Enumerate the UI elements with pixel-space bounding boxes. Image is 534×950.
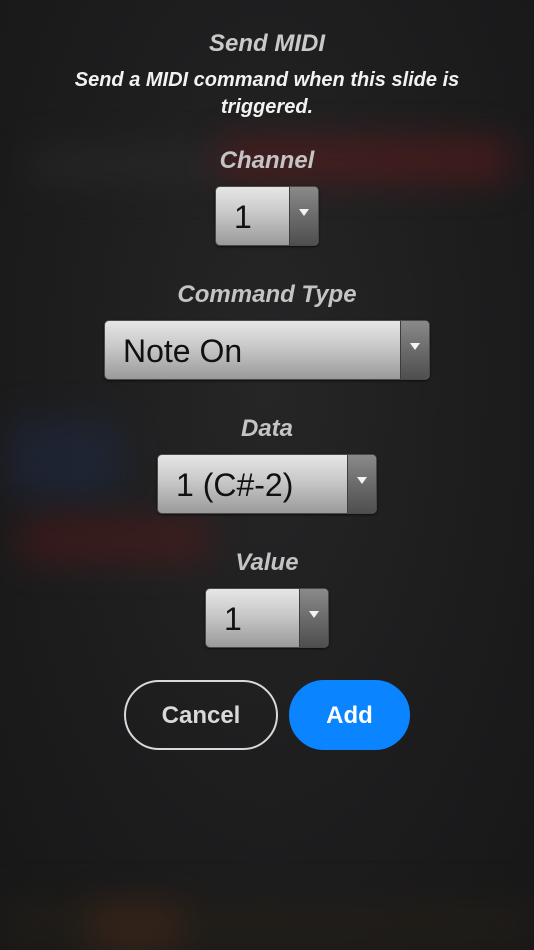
channel-value: 1: [234, 199, 252, 235]
channel-label: Channel: [219, 147, 315, 174]
add-button[interactable]: Add: [289, 680, 410, 750]
channel-select[interactable]: 1: [215, 186, 319, 246]
value-select[interactable]: 1: [205, 588, 329, 648]
dialog-subtitle: Send a MIDI command when this slide is t…: [74, 69, 460, 118]
data-label: Data: [240, 415, 294, 442]
value-label: Value: [235, 549, 299, 576]
dropdown-toggle[interactable]: [400, 321, 429, 379]
dropdown-toggle[interactable]: [289, 187, 318, 245]
command-type-value: Note On: [123, 333, 243, 369]
dropdown-toggle[interactable]: [299, 589, 328, 647]
data-select[interactable]: 1 (C#-2): [157, 454, 377, 514]
value-value: 1: [224, 601, 242, 637]
data-value: 1 (C#-2): [176, 467, 294, 503]
command-type-select[interactable]: Note On: [104, 320, 430, 380]
screen: Send MIDI Send a MIDI command when this …: [0, 0, 534, 950]
chevron-down-icon: [309, 611, 319, 618]
chevron-down-icon: [299, 209, 309, 216]
chevron-down-icon: [410, 343, 420, 350]
cancel-button[interactable]: Cancel: [124, 680, 278, 750]
send-midi-dialog: Send MIDI Send a MIDI command when this …: [0, 0, 534, 950]
chevron-down-icon: [357, 477, 367, 484]
dialog-title: Send MIDI: [208, 30, 325, 57]
command-type-label: Command Type: [177, 281, 357, 308]
dropdown-toggle[interactable]: [347, 455, 376, 513]
